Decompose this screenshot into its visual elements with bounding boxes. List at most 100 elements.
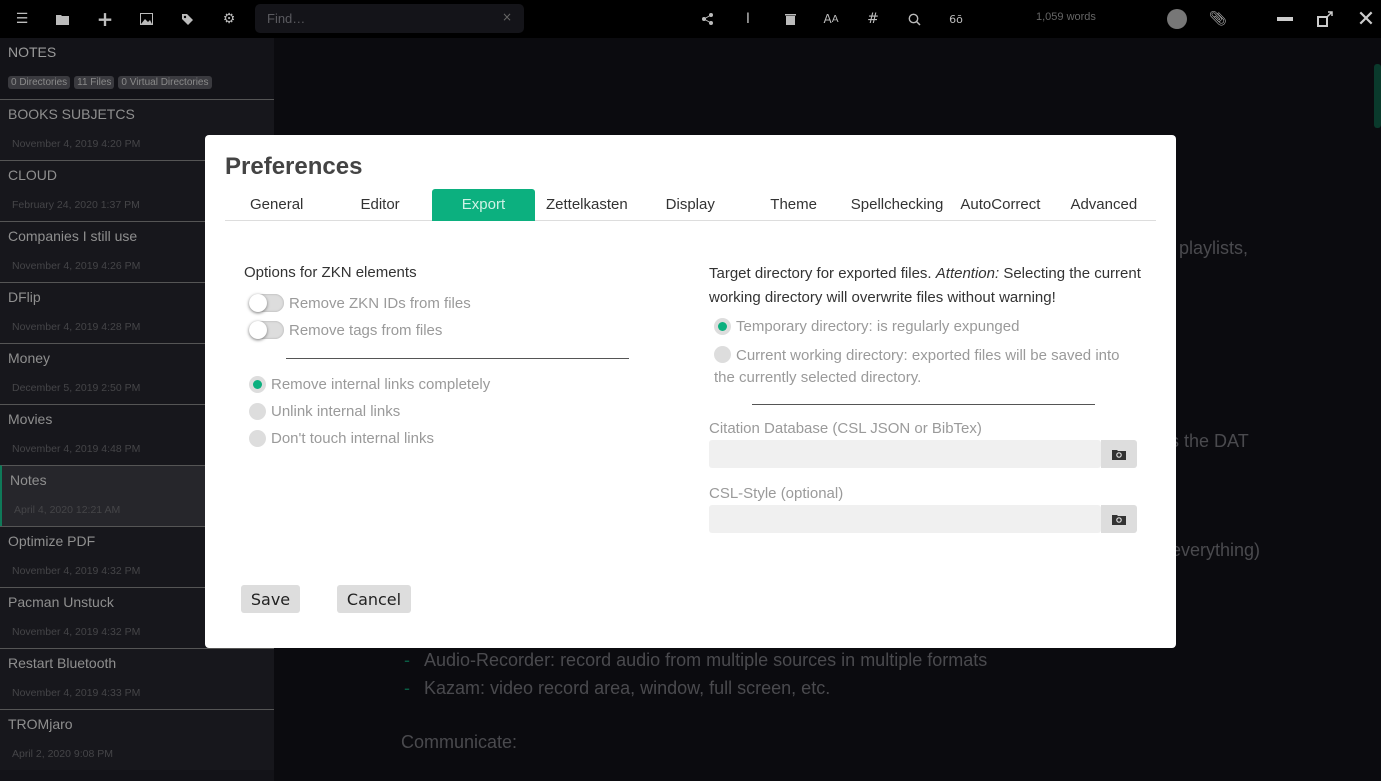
toggle-label: Remove tags from files [289, 321, 443, 339]
radio-button[interactable] [249, 403, 266, 420]
list-bullet: - [404, 678, 410, 698]
menu-icon[interactable]: ☰ [11, 8, 33, 30]
radio-button[interactable] [714, 318, 731, 335]
file-date: April 4, 2020 12:21 AM [14, 504, 121, 516]
divider [286, 358, 629, 359]
tab-export[interactable]: Export [431, 189, 536, 221]
radio-temporary-directory[interactable]: Temporary directory: is regularly expung… [714, 318, 1019, 335]
file-date: December 5, 2019 2:50 PM [12, 382, 141, 394]
preferences-dialog: Preferences General Editor Export Zettelkas… [205, 135, 1176, 648]
tab-general[interactable]: General [225, 189, 328, 221]
editor-text: playlists, [1179, 238, 1249, 258]
file-date: November 4, 2019 4:28 PM [12, 321, 141, 333]
folder-search-icon [1112, 450, 1126, 460]
radio-button[interactable] [249, 430, 266, 447]
radio-current-directory[interactable]: Current working directory: exported file… [714, 345, 1134, 389]
file-date: November 4, 2019 4:20 PM [12, 138, 141, 150]
citation-database-label: Citation Database (CSL JSON or BibTex) [709, 420, 982, 437]
share-icon[interactable] [696, 8, 718, 30]
file-name: DFlip [8, 289, 41, 305]
target-directory-label: Target directory for exported files. Att… [709, 265, 1141, 306]
radio-label: Unlink internal links [271, 403, 401, 420]
file-name: Money [8, 350, 51, 366]
save-button[interactable]: Save [241, 585, 300, 613]
list-bullet: - [404, 650, 410, 670]
new-file-icon[interactable]: + [94, 7, 116, 31]
tab-editor[interactable]: Editor [328, 189, 431, 221]
hashtag-icon[interactable]: # [862, 8, 884, 30]
radio-button[interactable] [249, 376, 266, 393]
file-name: Pacman Unstuck [8, 594, 114, 610]
files-badge: 11 Files [74, 76, 115, 89]
trash-icon[interactable] [779, 8, 801, 30]
file-name: Restart Bluetooth [8, 655, 117, 671]
glasses-icon[interactable]: 6ō [945, 8, 967, 30]
tag-icon[interactable] [176, 8, 198, 30]
file-date: November 4, 2019 4:32 PM [12, 565, 141, 577]
file-list-item[interactable]: TROMjaro April 2, 2020 9:08 PM [0, 709, 274, 770]
font-size-icon[interactable]: AA [820, 8, 842, 30]
attachment-icon[interactable]: 📎︎ [1207, 8, 1229, 30]
toggle-label: Remove ZKN IDs from files [289, 294, 471, 312]
folder-search-icon [1112, 515, 1126, 525]
image-icon[interactable] [135, 8, 157, 30]
file-date: November 4, 2019 4:26 PM [12, 260, 141, 272]
editor-heading: Communicate: [401, 732, 518, 752]
pomodoro-indicator[interactable] [1167, 9, 1187, 29]
tab-zettelkasten[interactable]: Zettelkasten [535, 189, 638, 221]
file-list-item[interactable]: Restart Bluetooth November 4, 2019 4:33 P… [0, 648, 274, 709]
radio-label: Don't touch internal links [271, 430, 434, 447]
remove-zkn-ids-toggle[interactable]: Remove ZKN IDs from files [249, 294, 471, 312]
tab-bar: General Editor Export Zettelkasten Display Th… [225, 189, 1156, 221]
file-date: April 2, 2020 9:08 PM [12, 748, 113, 760]
cancel-button[interactable]: Cancel [337, 585, 411, 613]
file-date: November 4, 2019 4:48 PM [12, 443, 141, 455]
radio-label: Remove internal links completely [271, 376, 491, 393]
file-name: BOOKS SUBJETCS [8, 106, 135, 122]
radio-remove-links[interactable]: Remove internal links completely [249, 376, 490, 393]
tab-display[interactable]: Display [639, 189, 742, 221]
word-count: 1,059 words [1036, 11, 1096, 23]
toolbar: ☰ + ⚙ × I AA # 6ō 1,059 words 📎︎ ✕ [0, 0, 1381, 38]
zkn-options-label: Options for ZKN elements [244, 264, 417, 281]
radio-unlink-links[interactable]: Unlink internal links [249, 403, 400, 420]
browse-csl-button[interactable] [1101, 505, 1137, 533]
clear-search-icon[interactable]: × [502, 10, 512, 24]
text-cursor-icon[interactable]: I [737, 8, 759, 30]
open-folder-icon[interactable] [52, 8, 74, 30]
tab-advanced[interactable]: Advanced [1052, 189, 1155, 221]
maximize-icon[interactable] [1314, 8, 1336, 30]
file-name: Optimize PDF [8, 533, 96, 549]
radio-button[interactable] [714, 346, 731, 363]
tab-theme[interactable]: Theme [742, 189, 845, 221]
gear-icon[interactable]: ⚙ [218, 8, 240, 30]
minimize-icon[interactable] [1274, 8, 1296, 30]
editor-scrollbar[interactable] [1374, 64, 1381, 128]
find-input[interactable] [255, 4, 524, 33]
file-name: Movies [8, 411, 53, 427]
file-name: Companies I still use [8, 228, 138, 244]
browse-citation-button[interactable] [1101, 440, 1137, 468]
file-name: Notes [10, 472, 47, 488]
toggle-switch[interactable] [249, 294, 284, 312]
radio-dont-touch-links[interactable]: Don't touch internal links [249, 430, 434, 447]
list-item: Audio-Recorder: record audio from multip… [424, 650, 988, 670]
tab-autocorrect[interactable]: AutoCorrect [949, 189, 1052, 221]
close-window-icon[interactable]: ✕ [1355, 7, 1377, 32]
radio-label: Temporary directory: is regularly expung… [736, 318, 1020, 335]
virtual-directories-badge: 0 Virtual Directories [118, 76, 212, 89]
radio-label: Current working directory: exported file… [714, 347, 1120, 386]
toggle-switch[interactable] [249, 321, 284, 339]
tab-spellchecking[interactable]: Spellchecking [845, 189, 948, 221]
csl-style-input[interactable] [709, 505, 1101, 533]
divider [752, 404, 1095, 405]
file-date: November 4, 2019 4:33 PM [12, 687, 141, 699]
file-name: TROMjaro [8, 716, 73, 732]
remove-tags-toggle[interactable]: Remove tags from files [249, 321, 442, 339]
citation-database-input[interactable] [709, 440, 1101, 468]
editor-text: everything) [1171, 540, 1261, 560]
file-date: February 24, 2020 1:37 PM [12, 199, 140, 211]
editor-text: s the DAT [1170, 431, 1249, 451]
search-icon[interactable] [903, 8, 925, 30]
file-name: CLOUD [8, 167, 58, 183]
